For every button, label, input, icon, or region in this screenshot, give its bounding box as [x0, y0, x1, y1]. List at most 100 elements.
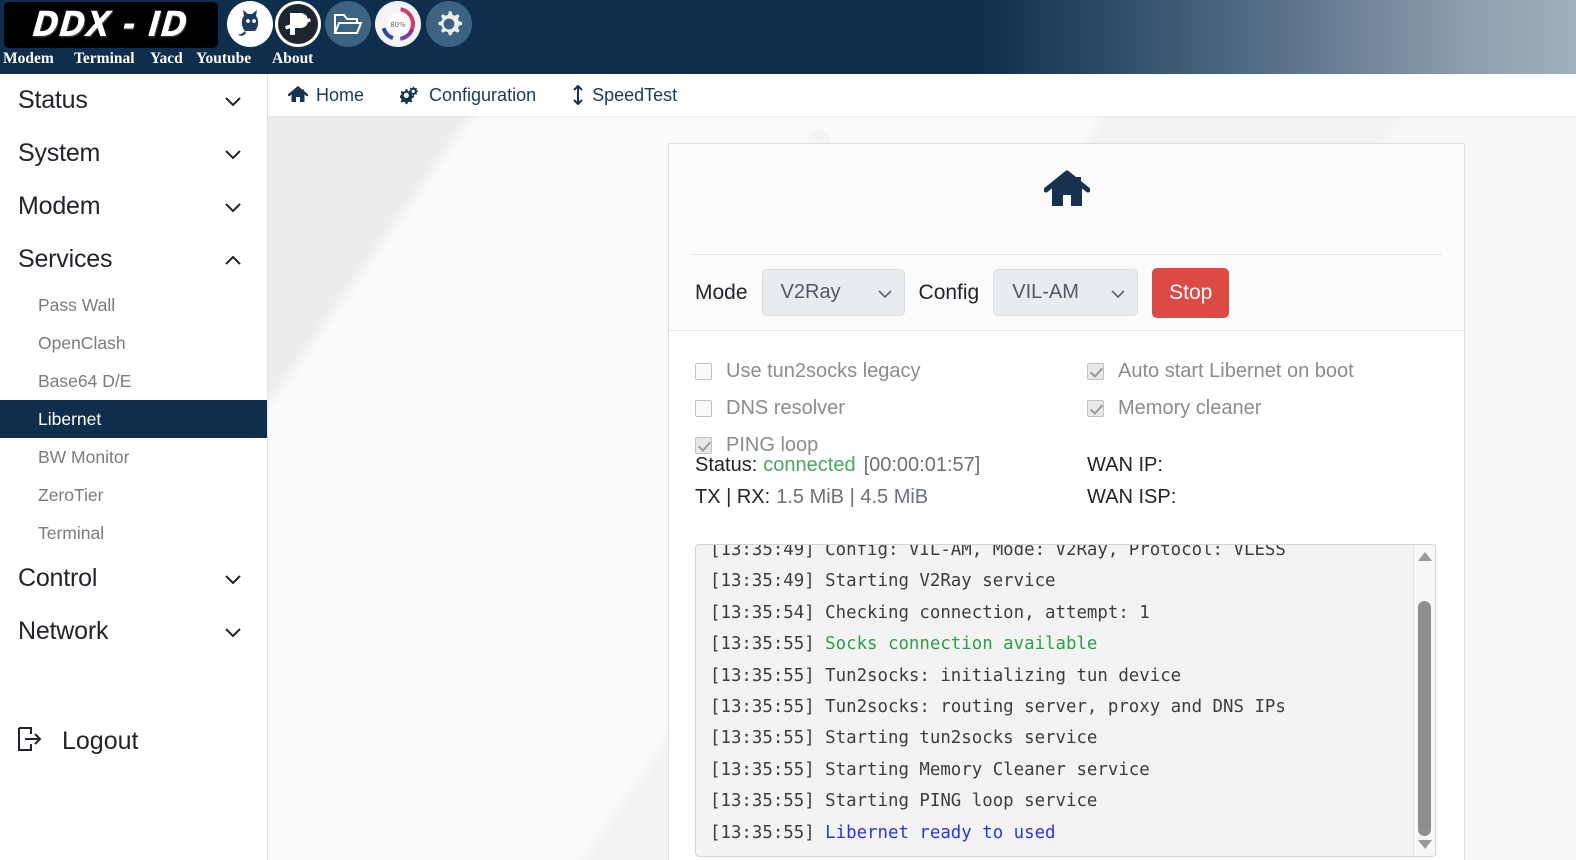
mode-select-value: V2Ray — [780, 281, 841, 303]
sidebar-item-openclash[interactable]: OpenClash — [0, 324, 267, 362]
passwall-p-icon[interactable] — [275, 1, 321, 47]
header-nav-about[interactable]: About — [272, 50, 313, 68]
checkbox-memory-cleaner-label: Memory cleaner — [1118, 397, 1262, 419]
card-header — [669, 144, 1464, 254]
log-scrollbar[interactable] — [1413, 545, 1435, 856]
txrx-value: 1.5 MiB | 4.5 MiB — [776, 485, 929, 508]
sidebar-group-system-label: System — [18, 139, 101, 167]
log-line: [13:35:54] Checking connection, attempt:… — [710, 602, 1150, 623]
tab-configuration[interactable]: Configuration — [400, 85, 536, 106]
header-nav-labels: Modem Terminal Yacd Youtube About — [0, 50, 480, 74]
content-tabbar: Home Configuration SpeedTest — [268, 74, 1576, 116]
logout-button[interactable]: Logout — [0, 716, 267, 766]
logout-icon — [16, 725, 44, 758]
log-line: [13:35:55] Starting Memory Cleaner servi… — [710, 759, 1150, 780]
scroll-up-arrow-icon[interactable] — [1414, 546, 1435, 567]
chevron-down-icon — [877, 281, 892, 304]
header-nav-terminal[interactable]: Terminal — [74, 50, 135, 68]
sidebar-group-modem-label: Modem — [18, 192, 101, 220]
home-icon — [288, 86, 308, 104]
tab-speedtest[interactable]: SpeedTest — [572, 85, 677, 106]
tab-configuration-label: Configuration — [429, 84, 537, 105]
status-line: Status: connected [00:00:01:57] — [695, 449, 1464, 481]
sidebar-group-network-label: Network — [18, 617, 109, 645]
chevron-down-icon — [221, 620, 245, 644]
chevron-down-icon — [221, 89, 245, 113]
config-select[interactable]: VIL-AM — [993, 269, 1139, 316]
main-content: Home Configuration SpeedTest Mode V2Ray … — [268, 74, 1576, 860]
sidebar-item-base64-de[interactable]: Base64 D/E — [0, 362, 267, 400]
checkbox-memory-cleaner[interactable] — [1087, 400, 1104, 417]
gear-icon[interactable] — [426, 1, 472, 47]
wan-ip-label: WAN IP: — [1087, 453, 1163, 476]
sidebar: Status System Modem Services Pass Wall O… — [0, 74, 268, 860]
wan-isp-label: WAN ISP: — [1087, 485, 1177, 508]
status-block: Status: connected [00:00:01:57] TX | RX:… — [669, 449, 1464, 517]
sidebar-group-control-label: Control — [18, 564, 98, 592]
home-icon — [1043, 170, 1090, 215]
sidebar-group-network[interactable]: Network — [0, 605, 267, 658]
header-nav-youtube[interactable]: Youtube — [196, 50, 251, 68]
checkbox-auto-start-libernet-on-boot-label: Auto start Libernet on boot — [1118, 360, 1354, 382]
sidebar-group-status[interactable]: Status — [0, 74, 267, 127]
scrollbar-thumb[interactable] — [1418, 601, 1431, 836]
updown-arrow-icon — [572, 85, 584, 105]
chevron-down-icon — [1111, 281, 1125, 304]
chevron-down-icon — [221, 195, 245, 219]
log-line: [13:35:55] Socks connection available — [710, 634, 1098, 655]
svg-text:80%: 80% — [390, 21, 406, 29]
sidebar-group-system[interactable]: System — [0, 127, 267, 180]
sidebar-item-zerotier[interactable]: ZeroTier — [0, 476, 267, 514]
yacd-cat-icon[interactable] — [227, 1, 273, 47]
log-line: [13:35:49] Config: VIL-AM, Mode: V2Ray, … — [710, 544, 1286, 560]
header-nav-modem[interactable]: Modem — [3, 50, 54, 68]
mode-select[interactable]: V2Ray — [761, 269, 905, 316]
config-select-value: VIL-AM — [1012, 281, 1079, 303]
options-checkbox-column-right: Auto start Libernet on boot Memory clean… — [1087, 353, 1354, 427]
speed-gauge-icon[interactable]: 80% — [375, 1, 421, 47]
tab-home-label: Home — [316, 84, 365, 105]
mode-label: Mode — [695, 280, 748, 304]
log-line: [13:35:49] Starting V2Ray service — [710, 571, 1056, 592]
sidebar-group-services-label: Services — [18, 245, 113, 273]
tab-speedtest-label: SpeedTest — [592, 84, 678, 105]
libernet-card: Mode V2Ray Config VIL-AM Stop Use tun2so… — [668, 143, 1465, 860]
header-nav-yacd[interactable]: Yacd — [150, 50, 183, 68]
sidebar-item-terminal[interactable]: Terminal — [0, 514, 267, 552]
log-line: [13:35:55] Starting PING loop service — [710, 791, 1098, 812]
status-badge: connected — [763, 453, 856, 476]
checkbox-auto-start-libernet-on-boot[interactable] — [1087, 363, 1104, 380]
sidebar-item-pass-wall[interactable]: Pass Wall — [0, 286, 267, 324]
sidebar-group-modem[interactable]: Modem — [0, 180, 267, 233]
chevron-up-icon — [221, 248, 245, 272]
chevron-down-icon — [221, 142, 245, 166]
card-controls: Mode V2Ray Config VIL-AM Stop — [669, 255, 1464, 331]
gears-icon — [400, 85, 421, 105]
wan-isp-line: WAN ISP: — [1087, 481, 1182, 513]
sidebar-item-bw-monitor[interactable]: BW Monitor — [0, 438, 267, 476]
stop-button[interactable]: Stop — [1152, 267, 1230, 318]
checkbox-use-tun2socks-legacy[interactable] — [695, 363, 712, 380]
scroll-down-arrow-icon[interactable] — [1414, 834, 1435, 855]
log-text: [13:35:49] Config: VIL-AM, Mode: V2Ray, … — [696, 544, 1412, 856]
wan-ip-line: WAN IP: — [1087, 449, 1182, 481]
checkbox-row-autostart: Auto start Libernet on boot — [1087, 353, 1354, 390]
log-line: [13:35:55] Tun2socks: routing server, pr… — [710, 697, 1286, 718]
brand-logo: DDX - ID — [4, 2, 218, 48]
tab-home[interactable]: Home — [288, 85, 364, 106]
checkbox-dns-resolver-label: DNS resolver — [726, 397, 845, 419]
log-output[interactable]: [13:35:49] Config: VIL-AM, Mode: V2Ray, … — [695, 544, 1436, 857]
sidebar-group-services[interactable]: Services — [0, 233, 267, 286]
status-label: Status: — [695, 453, 758, 476]
log-line: [13:35:55] Starting tun2socks service — [710, 728, 1098, 749]
sidebar-group-control[interactable]: Control — [0, 552, 267, 605]
txrx-label: TX | RX: — [695, 485, 771, 508]
sidebar-item-libernet[interactable]: Libernet — [0, 400, 267, 438]
folder-icon[interactable] — [325, 1, 371, 47]
checkbox-dns-resolver[interactable] — [695, 400, 712, 417]
sidebar-group-status-label: Status — [18, 86, 88, 114]
config-label: Config — [918, 280, 980, 304]
log-line: [13:35:55] Tun2socks: initializing tun d… — [710, 665, 1182, 686]
brand-logo-text: DDX - ID — [31, 4, 191, 46]
status-uptime: [00:00:01:57] — [863, 453, 981, 476]
